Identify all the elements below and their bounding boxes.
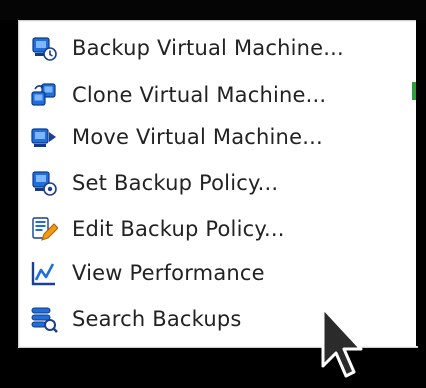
menu-item-label: Backup Virtual Machine... xyxy=(72,36,344,60)
menu-item-clone-vm[interactable]: Clone Virtual Machine... xyxy=(22,76,402,114)
menu-item-move-vm[interactable]: Move Virtual Machine... xyxy=(22,118,402,156)
menu-item-view-performance[interactable]: View Performance xyxy=(22,254,402,292)
background-green-indicator xyxy=(412,82,416,100)
menu-item-label: Set Backup Policy... xyxy=(72,171,279,195)
search-backups-icon xyxy=(30,305,58,333)
performance-chart-icon xyxy=(30,259,58,287)
menu-item-label: Clone Virtual Machine... xyxy=(72,83,327,107)
set-policy-icon xyxy=(30,169,58,197)
background-edge xyxy=(416,20,426,346)
menu-item-set-backup-policy[interactable]: Set Backup Policy... xyxy=(22,164,402,202)
menu-item-backup-vm[interactable]: Backup Virtual Machine... xyxy=(22,29,402,67)
move-vm-icon xyxy=(30,123,58,151)
mouse-cursor-icon xyxy=(320,306,364,378)
window-top-edge xyxy=(0,0,426,20)
backup-vm-icon xyxy=(30,34,58,62)
edit-policy-icon xyxy=(30,215,59,243)
menu-item-label: Move Virtual Machine... xyxy=(72,125,323,149)
clone-vm-icon xyxy=(30,81,58,109)
menu-item-label: Search Backups xyxy=(72,307,242,331)
menu-item-edit-backup-policy[interactable]: Edit Backup Policy... xyxy=(22,210,402,248)
menu-item-label: View Performance xyxy=(72,261,265,285)
menu-item-label: Edit Backup Policy... xyxy=(72,217,285,241)
